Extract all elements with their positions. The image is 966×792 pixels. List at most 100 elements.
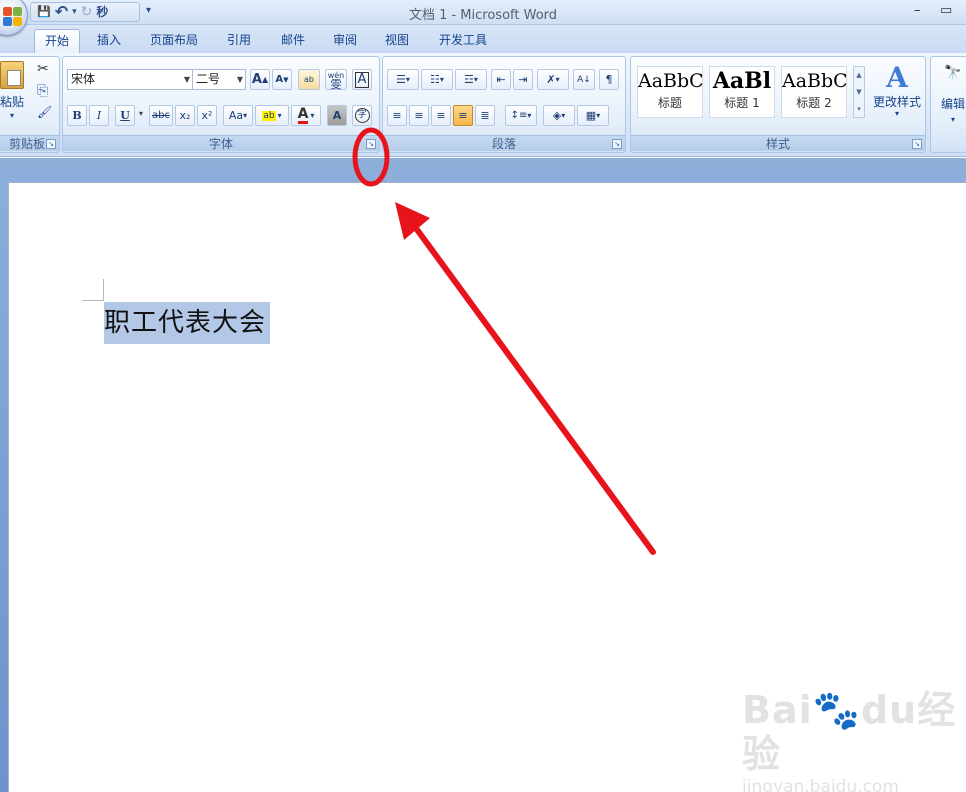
show-marks-button[interactable]: ¶ — [599, 69, 619, 90]
font-name-value: 宋体 — [71, 72, 96, 86]
italic-button[interactable]: I — [89, 105, 109, 126]
align-right-button[interactable]: ≡ — [431, 105, 451, 126]
chinese-layout-icon: ✗ — [546, 73, 556, 86]
shading-button[interactable]: ◈ ▾ — [543, 105, 575, 126]
borders-icon: ▦ — [585, 109, 597, 122]
numbering-icon: ☷ — [430, 73, 440, 86]
clear-formatting-button[interactable]: ab — [298, 69, 320, 90]
title-bar: 💾 ↶ ▾ ↻ 秒 ▾ 文档 1 - Microsoft Word – ▭ — [0, 0, 966, 36]
phonetic-guide-char: 雯 — [330, 77, 342, 91]
multilevel-list-button[interactable]: ☲ ▾ — [455, 69, 487, 90]
superscript-icon: x² — [201, 109, 213, 122]
phonetic-guide-button[interactable]: wén 雯 — [325, 69, 347, 90]
chinese-layout-button[interactable]: ✗ ▾ — [537, 69, 569, 90]
clipboard-dialog-launcher[interactable]: ↘ — [46, 139, 56, 149]
office-logo-icon — [3, 7, 23, 27]
increase-indent-icon: ⇥ — [518, 73, 528, 86]
tab-view[interactable]: 视图 — [376, 29, 418, 53]
style-sample: AaBbC — [782, 70, 847, 92]
decrease-indent-button[interactable]: ⇤ — [491, 69, 511, 90]
clear-formatting-icon: ab — [304, 75, 314, 84]
font-size-dropdown-icon[interactable]: ▼ — [237, 70, 243, 89]
bold-button[interactable]: B — [67, 105, 87, 126]
shrink-font-icon: A — [275, 74, 284, 85]
minimize-button[interactable]: – — [914, 3, 921, 18]
borders-button[interactable]: ▦ ▾ — [577, 105, 609, 126]
align-center-icon: ≡ — [414, 109, 424, 122]
paste-button[interactable]: 粘贴 ▾ — [0, 61, 27, 131]
editing-group: 🔭 编辑 ▾ — [930, 56, 966, 153]
subscript-button[interactable]: x₂ — [175, 105, 195, 126]
font-name-combo[interactable]: 宋体 ▼ — [67, 69, 193, 90]
change-styles-button[interactable]: A 更改样式 ▾ — [869, 61, 925, 131]
character-border-button[interactable]: A — [352, 69, 372, 90]
format-painter-icon[interactable]: 🖌 — [37, 105, 52, 119]
justify-button[interactable]: ≡ — [453, 105, 473, 126]
font-name-dropdown-icon[interactable]: ▼ — [184, 70, 190, 89]
paste-label: 粘贴 — [0, 95, 24, 109]
paragraph-mark-icon: ¶ — [605, 73, 613, 86]
style-sample: AaBbC — [638, 70, 703, 92]
tab-page-layout[interactable]: 页面布局 — [142, 29, 206, 53]
styles-scroll[interactable]: ▲ ▼ ▾ — [853, 66, 865, 118]
align-right-icon: ≡ — [436, 109, 446, 122]
font-group: 宋体 ▼ 二号 ▼ A ▲ A ▼ ab wén 雯 A B I U ▾ abc x₂ x… — [62, 56, 380, 153]
grow-font-button[interactable]: A ▲ — [250, 69, 270, 90]
character-shading-icon: A — [332, 109, 342, 122]
font-color-button[interactable]: A ▾ — [291, 105, 321, 126]
grow-font-icon: A — [251, 72, 262, 87]
font-color-icon: A — [297, 106, 309, 124]
numbering-button[interactable]: ☷ ▾ — [421, 69, 453, 90]
tab-mailings[interactable]: 邮件 — [272, 29, 314, 53]
bullets-button[interactable]: ☰ ▾ — [387, 69, 419, 90]
maximize-button[interactable]: ▭ — [940, 3, 952, 18]
superscript-button[interactable]: x² — [197, 105, 217, 126]
font-size-combo[interactable]: 二号 ▼ — [192, 69, 246, 90]
underline-button[interactable]: U — [115, 105, 135, 126]
cut-icon[interactable]: ✂ — [37, 61, 49, 77]
font-dialog-launcher[interactable]: ↘ — [366, 139, 376, 149]
watermark-url: jingyan.baidu.com — [742, 777, 899, 792]
line-spacing-icon: ↕≡ — [510, 110, 528, 121]
tab-developer[interactable]: 开发工具 — [430, 29, 496, 53]
tab-insert[interactable]: 插入 — [88, 29, 130, 53]
style-card-heading-1[interactable]: AaBl 标题 1 — [709, 66, 775, 118]
binoculars-icon: 🔭 — [944, 65, 962, 81]
character-shading-button[interactable]: A — [327, 105, 347, 126]
subscript-icon: x₂ — [179, 109, 191, 122]
enclose-characters-button[interactable]: 字 — [352, 105, 372, 126]
editing-button[interactable]: 🔭 编辑 ▾ — [933, 63, 966, 124]
decrease-indent-icon: ⇤ — [496, 73, 506, 86]
selected-text[interactable]: 职工代表大会 — [104, 302, 271, 344]
underline-dropdown-icon[interactable]: ▾ — [139, 109, 143, 118]
tab-home[interactable]: 开始 — [34, 29, 80, 53]
multilevel-list-icon: ☲ — [464, 73, 474, 86]
align-left-button[interactable]: ≡ — [387, 105, 407, 126]
line-spacing-button[interactable]: ↕≡ ▾ — [505, 105, 537, 126]
margin-corner-mark — [103, 279, 104, 301]
baidu-watermark: Bai🐾du经验 jingyan.baidu.com — [742, 688, 966, 792]
styles-group-label: 样式 — [631, 135, 925, 151]
align-center-button[interactable]: ≡ — [409, 105, 429, 126]
ribbon-tabs: 开始 插入 页面布局 引用 邮件 审阅 视图 开发工具 — [0, 25, 966, 53]
style-card-heading-2[interactable]: AaBbC 标题 2 — [781, 66, 847, 118]
align-left-icon: ≡ — [392, 109, 402, 122]
shrink-font-button[interactable]: A ▼ — [272, 69, 292, 90]
highlight-button[interactable]: ab ▾ — [255, 105, 289, 126]
tab-references[interactable]: 引用 — [218, 29, 260, 53]
change-styles-label: 更改样式 — [872, 95, 921, 109]
justify-icon: ≡ — [458, 109, 468, 122]
distributed-button[interactable]: ≣ — [475, 105, 495, 126]
styles-dialog-launcher[interactable]: ↘ — [912, 139, 922, 149]
style-name: 标题 — [657, 96, 682, 110]
strikethrough-button[interactable]: abc — [149, 105, 173, 126]
increase-indent-button[interactable]: ⇥ — [513, 69, 533, 90]
sort-button[interactable]: A↓ — [573, 69, 595, 90]
style-card-title[interactable]: AaBbC 标题 — [637, 66, 703, 118]
tab-review[interactable]: 审阅 — [324, 29, 366, 53]
styles-group: AaBbC 标题 AaBl 标题 1 AaBbC 标题 2 ▲ ▼ ▾ A 更改样式… — [630, 56, 926, 153]
paste-dropdown-icon[interactable]: ▾ — [0, 111, 27, 120]
copy-icon[interactable]: ⎘ — [37, 83, 48, 99]
change-case-button[interactable]: Aa ▾ — [223, 105, 253, 126]
paragraph-dialog-launcher[interactable]: ↘ — [612, 139, 622, 149]
